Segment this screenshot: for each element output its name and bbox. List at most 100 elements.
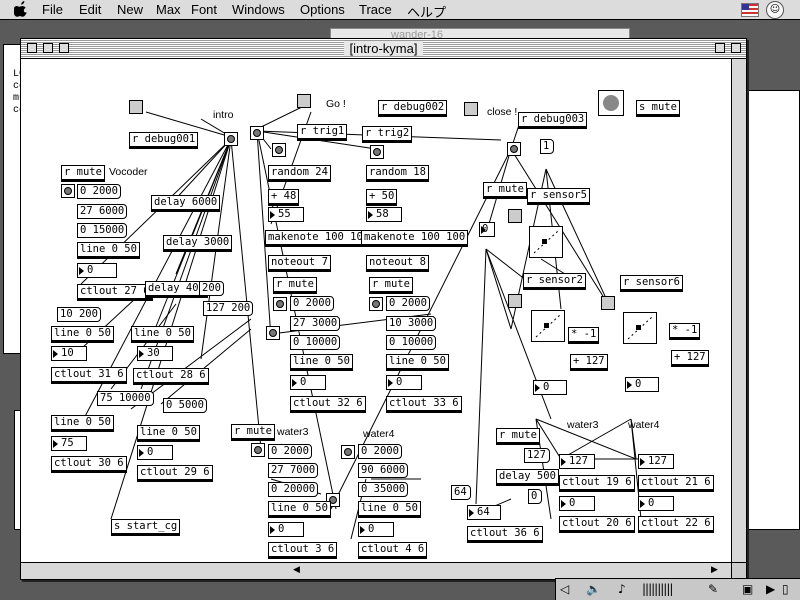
patch-message[interactable]: 10 3000 — [386, 316, 437, 331]
patch-number[interactable]: 55 — [268, 207, 304, 222]
reset-bang[interactable] — [266, 326, 280, 340]
menu-windows[interactable]: Windows — [232, 2, 285, 17]
patch-object[interactable]: ctlout 36 6 — [467, 526, 543, 543]
patch-object[interactable]: r mute — [273, 277, 317, 294]
apple-menu-icon[interactable] — [13, 1, 28, 21]
patch-object[interactable]: * -1 — [669, 323, 701, 340]
patch-object[interactable]: ctlout 27 6 — [77, 284, 153, 301]
menu-max[interactable]: Max — [156, 2, 181, 17]
sensor6-toggle[interactable] — [601, 296, 615, 310]
patch-number[interactable]: 30 — [137, 346, 173, 361]
patch-number[interactable]: 0 — [479, 222, 495, 237]
pen-tool-icon[interactable]: ✎ — [708, 582, 718, 596]
patch-object[interactable]: r debug002 — [378, 100, 448, 117]
patch-message[interactable]: 0 35000 — [358, 482, 409, 497]
menu-font[interactable]: Font — [191, 2, 217, 17]
scroll-left-arrow-icon[interactable]: ◀ — [293, 565, 300, 575]
patch-object[interactable]: r debug003 — [518, 112, 588, 129]
strip-tab-icon[interactable]: ◁ — [560, 582, 569, 596]
trig2-bang[interactable] — [370, 145, 384, 159]
sensor5-toggle[interactable] — [508, 209, 522, 223]
collapse-box-icon[interactable] — [731, 43, 741, 53]
play-icon[interactable]: ▶ — [766, 582, 775, 596]
menu-trace[interactable]: Trace — [359, 2, 392, 17]
patch-number[interactable]: 127 — [638, 454, 674, 469]
horizontal-scrollbar[interactable]: ◀ ▶ — [21, 562, 746, 579]
patch-message[interactable]: 200 — [199, 281, 224, 296]
patch-object[interactable]: + 48 — [268, 189, 300, 206]
patch-number[interactable]: 0 — [268, 522, 304, 537]
patch-object[interactable]: random 24 — [268, 165, 331, 182]
patch-object[interactable]: line 0 50 — [51, 326, 114, 343]
patch-object[interactable]: delay 500 — [496, 469, 559, 486]
patch-object[interactable]: s start_cg — [111, 519, 181, 536]
patch-object[interactable]: line 0 50 — [290, 354, 353, 371]
patch-object[interactable]: delay 3000 — [163, 235, 233, 252]
patch-number[interactable]: 0 — [77, 263, 117, 278]
close-toggle[interactable] — [464, 102, 478, 116]
patch-object[interactable]: line 0 50 — [131, 326, 194, 343]
application-menu-icon[interactable]: ☺ — [766, 1, 784, 19]
patch-message[interactable]: 0 15000 — [77, 223, 128, 238]
patch-object[interactable]: r mute — [231, 424, 275, 441]
patch-object[interactable]: ctlout 29 6 — [137, 465, 213, 482]
patch-message[interactable]: 0 2000 — [77, 184, 121, 199]
menu-edit[interactable]: Edit — [79, 2, 101, 17]
menu-file[interactable]: File — [42, 2, 63, 17]
menu-new[interactable]: New — [117, 2, 143, 17]
debug001-toggle[interactable] — [129, 100, 143, 114]
patch-object[interactable]: line 0 50 — [77, 242, 140, 259]
patch-message[interactable]: 1 — [540, 139, 554, 154]
mute-bang-button[interactable] — [598, 90, 624, 116]
patch-number[interactable]: 75 — [51, 436, 87, 451]
scroll-right-arrow-icon[interactable]: ▶ — [711, 565, 718, 575]
window-titlebar[interactable]: [intro-kyma] — [21, 39, 746, 59]
patch-object[interactable]: r sensor5 — [527, 188, 590, 205]
sensor2-toggle[interactable] — [508, 294, 522, 308]
patch-object[interactable]: line 0 50 — [268, 501, 331, 518]
go-bang[interactable] — [250, 126, 264, 140]
patch-object[interactable]: r mute — [496, 428, 540, 445]
water3-bang[interactable] — [251, 443, 265, 457]
patch-message[interactable]: 27 7000 — [268, 463, 319, 478]
patch-object[interactable]: r sensor2 — [523, 273, 586, 290]
patch-object[interactable]: ctlout 30 6 — [51, 456, 127, 473]
window-switch-icon[interactable]: ▣ — [742, 582, 753, 596]
menu-options[interactable]: Options — [300, 2, 345, 17]
intro-bang[interactable] — [224, 132, 238, 146]
trig1-bang[interactable] — [272, 143, 286, 157]
sensor5-slider[interactable] — [529, 226, 563, 258]
patch-object[interactable]: r sensor6 — [620, 275, 683, 292]
patch-message[interactable]: 127 200 — [203, 301, 254, 316]
patch-message[interactable]: 0 10000 — [290, 335, 341, 350]
patch-object[interactable]: * -1 — [568, 327, 600, 344]
patch-message[interactable]: 0 2000 — [290, 296, 334, 311]
monitor-bar-icon[interactable]: |||||||||| — [642, 582, 673, 596]
patch-object[interactable]: line 0 50 — [51, 415, 114, 432]
sound-input-icon[interactable]: ♪ — [618, 582, 626, 596]
background-window-right[interactable] — [740, 90, 800, 530]
zoom-box-icon[interactable] — [715, 43, 725, 53]
patch-object[interactable]: ctlout 33 6 — [386, 396, 462, 413]
patch-message[interactable]: 27 6000 — [77, 204, 128, 219]
patch-message[interactable]: 0 2000 — [386, 296, 430, 311]
patch-object[interactable]: r trig1 — [297, 124, 348, 141]
patch-message[interactable]: 0 10000 — [386, 335, 437, 350]
close-bang[interactable] — [507, 142, 521, 156]
patch-object[interactable]: delay 6000 — [151, 195, 221, 212]
patch-number[interactable]: 64 — [467, 505, 501, 520]
patch-message[interactable]: 127 — [524, 448, 550, 463]
patch-object[interactable]: line 0 50 — [386, 354, 449, 371]
patch-object[interactable]: ctlout 21 6 — [638, 475, 714, 492]
patch-message[interactable]: 75 10000 — [97, 391, 154, 406]
patch-object[interactable]: makenote 100 100 — [265, 230, 373, 247]
vocoder-bang[interactable] — [61, 184, 75, 198]
patch-number[interactable]: 0 — [386, 375, 422, 390]
patch-message[interactable]: 0 — [528, 489, 542, 504]
patch-message[interactable]: 0 20000 — [268, 482, 319, 497]
patch-object[interactable]: ctlout 3 6 — [268, 542, 338, 559]
patch-number[interactable]: 58 — [366, 207, 402, 222]
patch-number[interactable]: 0 — [559, 496, 595, 511]
patch-message[interactable]: 90 6000 — [358, 463, 409, 478]
patch-object[interactable]: noteout 7 — [268, 255, 331, 272]
